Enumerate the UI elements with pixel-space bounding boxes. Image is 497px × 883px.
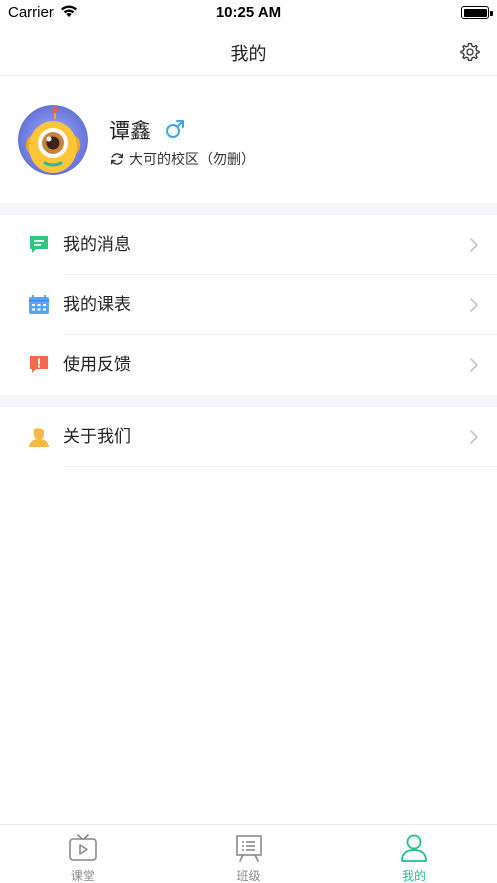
tab-mine[interactable]: 我的 bbox=[331, 825, 497, 883]
chevron-right-icon bbox=[470, 430, 478, 444]
user-name: 谭鑫 bbox=[109, 119, 151, 143]
section-divider bbox=[0, 395, 497, 407]
avatar bbox=[18, 105, 88, 175]
tv-play-icon bbox=[69, 834, 97, 861]
tab-label: 班级 bbox=[236, 869, 261, 883]
menu-label: 使用反馈 bbox=[63, 355, 131, 375]
message-icon bbox=[30, 236, 48, 253]
menu-item-messages[interactable]: 我的消息 bbox=[0, 215, 497, 275]
menu-label: 我的课表 bbox=[63, 295, 131, 315]
clock: 10:25 AM bbox=[215, 4, 282, 21]
tab-classroom[interactable]: 课堂 bbox=[0, 825, 166, 883]
board-list-icon bbox=[235, 835, 262, 862]
chevron-right-icon bbox=[470, 238, 478, 252]
menu-item-about[interactable]: 关于我们 bbox=[0, 407, 497, 467]
school-switch[interactable]: 大可的校区（勿删） bbox=[109, 150, 255, 168]
menu-item-schedule[interactable]: 我的课表 bbox=[0, 275, 497, 335]
nav-bar: 我的 bbox=[0, 26, 497, 76]
calendar-icon bbox=[29, 295, 49, 314]
chevron-right-icon bbox=[470, 298, 478, 312]
person-icon bbox=[401, 834, 428, 862]
menu-item-feedback[interactable]: 使用反馈 bbox=[0, 335, 497, 395]
menu-label: 关于我们 bbox=[63, 427, 131, 447]
tab-label: 课堂 bbox=[70, 869, 95, 883]
male-symbol-icon bbox=[166, 120, 184, 138]
school-name: 大可的校区（勿删） bbox=[129, 152, 255, 168]
tab-label: 我的 bbox=[402, 869, 427, 883]
gear-icon[interactable] bbox=[459, 41, 481, 63]
profile-card[interactable]: 谭鑫 大可的校区（勿删） bbox=[0, 77, 497, 203]
section-divider bbox=[0, 203, 497, 215]
divider bbox=[63, 466, 497, 467]
battery-icon bbox=[461, 6, 493, 19]
tab-bar: 课堂 班级 我的 bbox=[0, 824, 497, 883]
feedback-icon bbox=[30, 356, 48, 373]
tab-class[interactable]: 班级 bbox=[166, 825, 332, 883]
chevron-right-icon bbox=[470, 358, 478, 372]
menu-label: 我的消息 bbox=[63, 235, 131, 255]
screen: Carrier 10:25 AM 我的 谭鑫 大可的校区（勿删） 我的消息 我的… bbox=[0, 0, 497, 883]
status-bar: Carrier 10:25 AM bbox=[0, 0, 497, 26]
page-title: 我的 bbox=[230, 44, 267, 65]
about-user-icon bbox=[29, 428, 49, 447]
sync-icon bbox=[110, 153, 124, 165]
